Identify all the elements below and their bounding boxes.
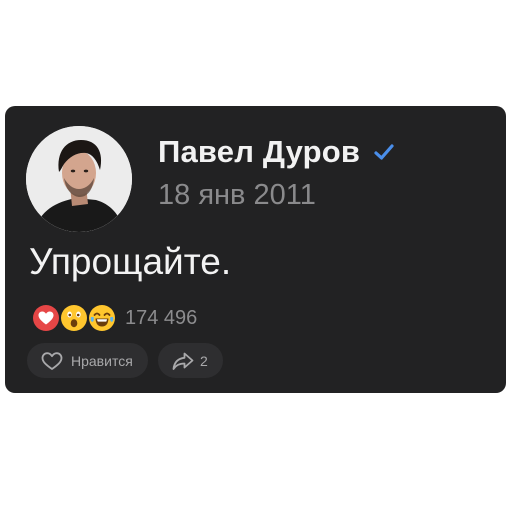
verified-check-icon (372, 140, 396, 164)
author-name[interactable]: Павел Дуров (158, 134, 360, 170)
post-card: Павел Дуров 18 янв 2011 Упрощайте. 174 4… (5, 106, 506, 393)
wow-reaction-icon (61, 305, 87, 331)
reaction-emoji-stack (31, 305, 121, 331)
heart-reaction-icon (33, 305, 59, 331)
author-header: Павел Дуров (158, 134, 396, 170)
share-button[interactable]: 2 (158, 343, 223, 378)
avatar[interactable] (26, 126, 132, 232)
like-button[interactable]: Нравится (27, 343, 148, 378)
reactions-summary[interactable]: 174 496 (31, 305, 197, 331)
reaction-count: 174 496 (125, 306, 198, 329)
post-date[interactable]: 18 янв 2011 (158, 179, 316, 212)
avatar-image (26, 126, 132, 232)
post-actions: Нравится 2 (27, 343, 223, 378)
post-text: Упрощайте. (29, 241, 232, 282)
laugh-reaction-icon (89, 305, 115, 331)
heart-outline-icon (41, 351, 63, 370)
share-arrow-icon (172, 352, 194, 370)
like-button-label: Нравится (71, 352, 133, 369)
share-count: 2 (200, 352, 208, 369)
